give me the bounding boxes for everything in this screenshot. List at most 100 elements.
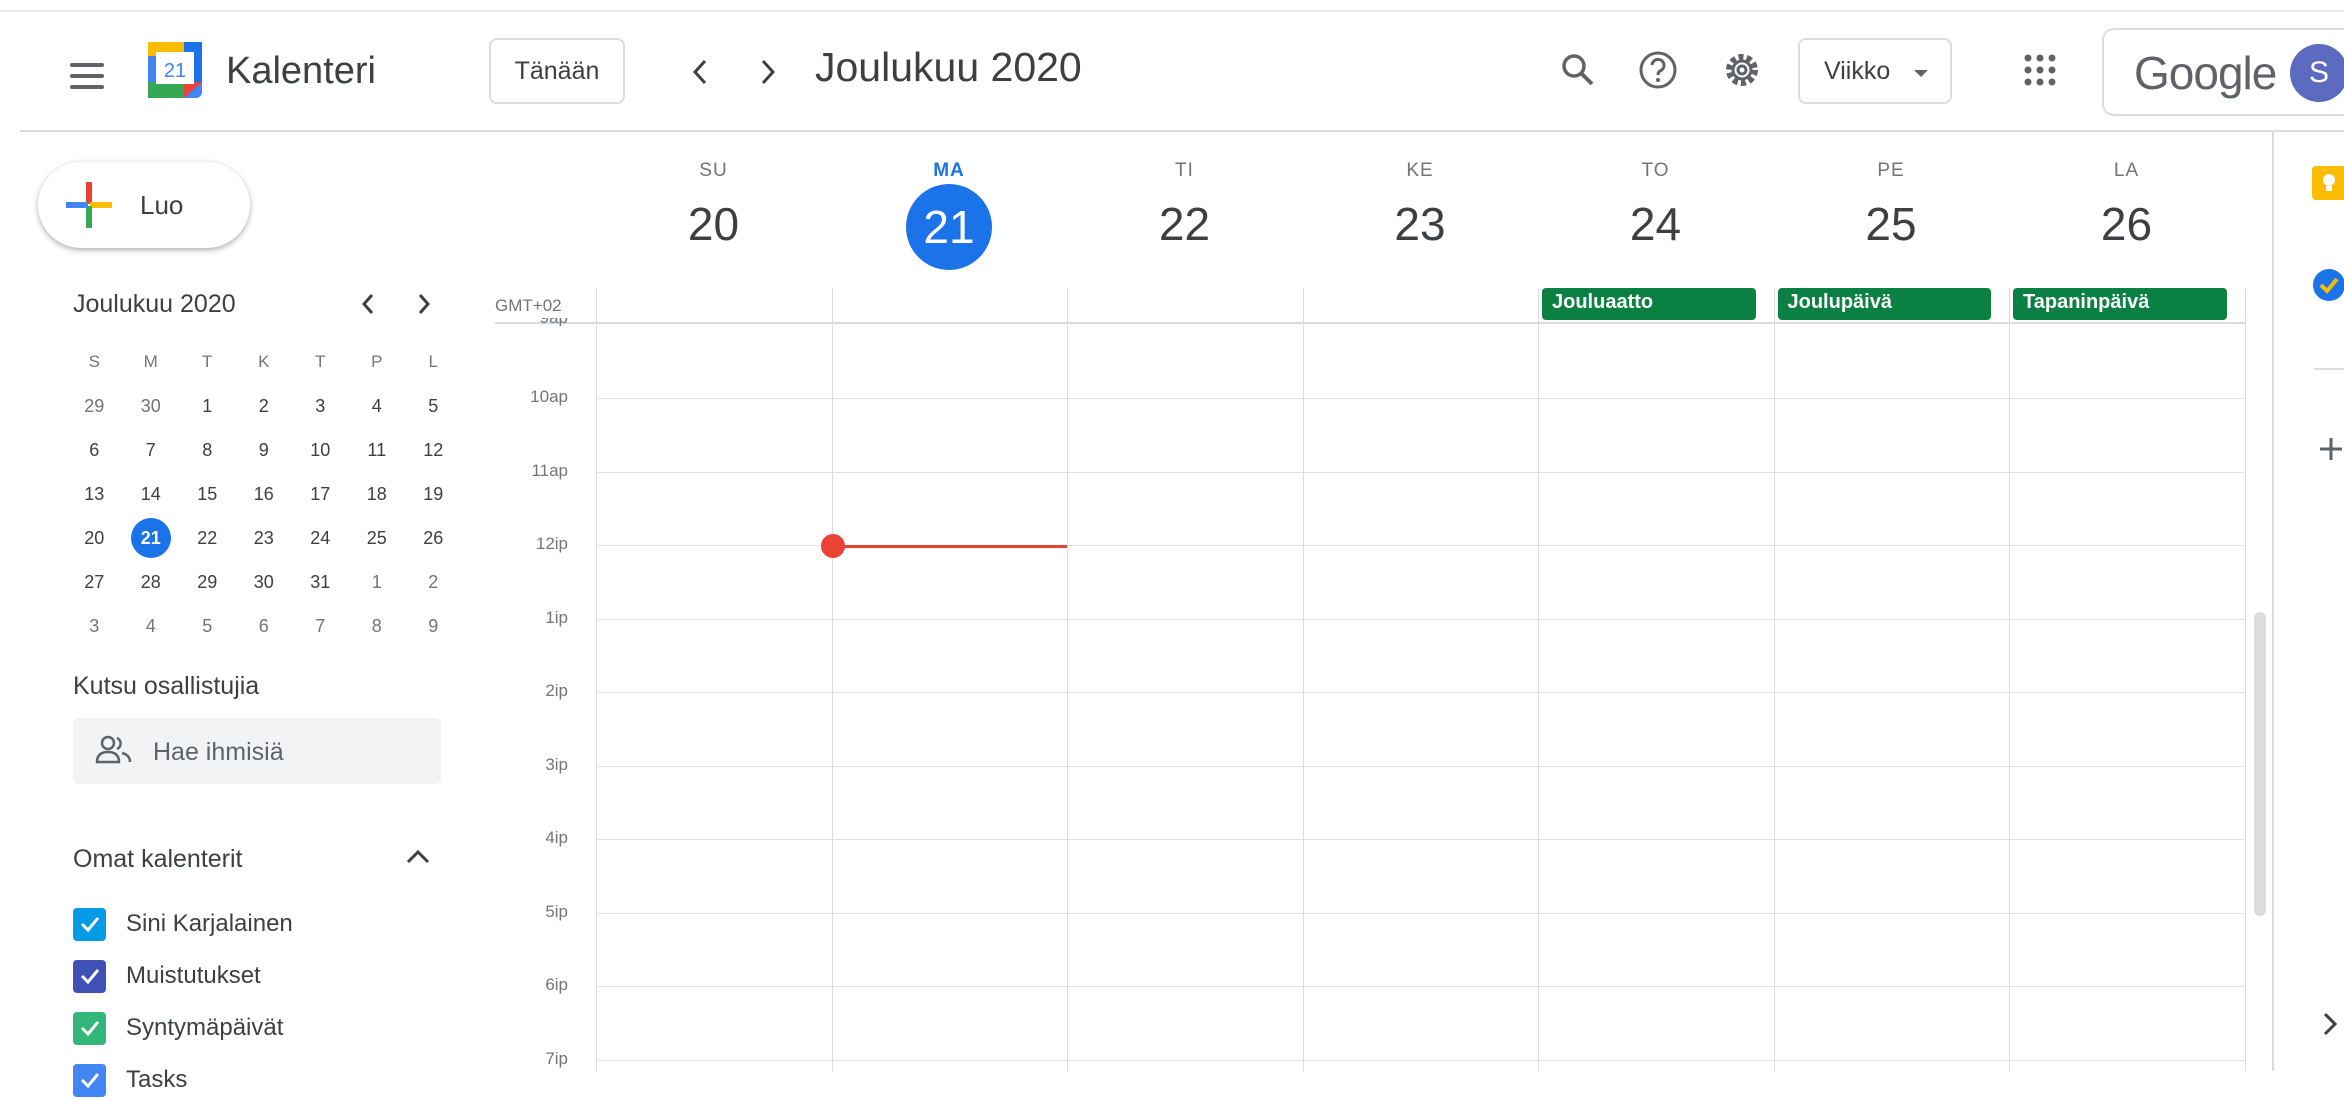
keep-icon[interactable]: [2312, 166, 2344, 200]
mini-day[interactable]: 30: [123, 396, 180, 417]
day-header[interactable]: MA 21: [832, 160, 1067, 276]
mini-day[interactable]: 20: [66, 528, 123, 549]
mini-day[interactable]: 13: [66, 484, 123, 505]
mini-day-number: 6: [258, 615, 269, 636]
mini-day[interactable]: 7: [123, 440, 180, 461]
mini-day[interactable]: 1: [349, 572, 406, 593]
create-button[interactable]: Luo: [38, 162, 250, 248]
mini-day[interactable]: 9: [236, 440, 293, 461]
mini-day[interactable]: 4: [123, 616, 180, 637]
day-date-number: 20: [687, 198, 740, 250]
add-addon-icon[interactable]: [2318, 436, 2344, 462]
avatar[interactable]: S: [2290, 44, 2344, 102]
calendar-name: Tasks: [126, 1066, 188, 1093]
all-day-event[interactable]: Tapaninpäivä: [2013, 288, 2227, 320]
mini-day[interactable]: 9: [405, 616, 462, 637]
calendar-logo-icon[interactable]: 21: [146, 40, 204, 100]
mini-day[interactable]: 28: [123, 572, 180, 593]
day-header[interactable]: KE 23: [1303, 160, 1538, 276]
mini-weekday-label: L: [428, 352, 438, 371]
next-week-button[interactable]: [748, 52, 788, 92]
mini-day[interactable]: 6: [66, 440, 123, 461]
help-button[interactable]: [1630, 42, 1686, 98]
calendar-item[interactable]: Sini Karjalainen: [73, 904, 293, 944]
calendar-item[interactable]: Tasks: [73, 1060, 187, 1100]
mini-day[interactable]: 2: [236, 396, 293, 417]
mini-day[interactable]: 29: [66, 396, 123, 417]
all-day-event[interactable]: Jouluaatto: [1542, 288, 1756, 320]
mini-day[interactable]: 11: [349, 440, 406, 461]
day-header[interactable]: SU 20: [596, 160, 831, 276]
mini-prev-month-button[interactable]: [350, 286, 386, 322]
calendar-item[interactable]: Syntymäpäivät: [73, 1008, 283, 1048]
mini-day[interactable]: 22: [179, 528, 236, 549]
chevron-up-icon[interactable]: [402, 842, 434, 872]
mini-day[interactable]: 3: [66, 616, 123, 637]
mini-day[interactable]: 26: [405, 528, 462, 549]
mini-day[interactable]: 12: [405, 440, 462, 461]
hour-label: 10ap: [530, 387, 568, 406]
day-header[interactable]: TI 22: [1067, 160, 1302, 276]
mini-day[interactable]: 8: [179, 440, 236, 461]
main-menu-icon[interactable]: [70, 56, 110, 96]
day-header[interactable]: TO 24: [1538, 160, 1773, 276]
mini-day[interactable]: 5: [179, 616, 236, 637]
mini-day[interactable]: 21: [123, 518, 180, 558]
search-people-input[interactable]: Hae ihmisiä: [73, 718, 441, 784]
apps-button[interactable]: [2012, 42, 2068, 98]
grid-scrollbar[interactable]: [2254, 612, 2266, 916]
mini-week-row: 27 28 29 30 31 1 2: [66, 560, 462, 604]
day-name: SU: [699, 160, 728, 181]
day-date: 20: [596, 196, 831, 276]
mini-day[interactable]: 30: [236, 572, 293, 593]
create-label: Luo: [140, 190, 184, 220]
calendar-checkbox[interactable]: [73, 959, 106, 993]
mini-day[interactable]: 31: [292, 572, 349, 593]
mini-week-row: 13 14 15 16 17 18 19: [66, 472, 462, 516]
mini-day[interactable]: 2: [405, 572, 462, 593]
mini-day[interactable]: 16: [236, 484, 293, 505]
mini-day[interactable]: 10: [292, 440, 349, 461]
mini-day[interactable]: 29: [179, 572, 236, 593]
today-button[interactable]: Tänään: [489, 38, 625, 104]
mini-next-month-button[interactable]: [406, 286, 442, 322]
day-header[interactable]: LA 26: [2009, 160, 2244, 276]
hour-gridline: [596, 912, 2244, 914]
mini-day[interactable]: 8: [349, 616, 406, 637]
search-button[interactable]: [1550, 42, 1606, 98]
mini-day[interactable]: 7: [292, 616, 349, 637]
mini-day[interactable]: 18: [349, 484, 406, 505]
mini-day[interactable]: 3: [292, 396, 349, 417]
mini-day[interactable]: 27: [66, 572, 123, 593]
account-area[interactable]: Google S: [2102, 28, 2344, 116]
mini-day-number: 18: [366, 483, 387, 504]
mini-day-number: 28: [140, 571, 161, 592]
mini-day-number: 2: [258, 395, 269, 416]
previous-week-button[interactable]: [680, 52, 720, 92]
calendar-item[interactable]: Muistutukset: [73, 956, 261, 996]
settings-button[interactable]: [1714, 42, 1770, 98]
mini-day[interactable]: 25: [349, 528, 406, 549]
my-calendars-title[interactable]: Omat kalenterit: [73, 845, 243, 874]
day-date: 24: [1538, 196, 1773, 276]
mini-day[interactable]: 24: [292, 528, 349, 549]
calendar-checkbox[interactable]: [73, 1011, 106, 1045]
day-date-number: 23: [1394, 198, 1446, 250]
mini-day[interactable]: 4: [349, 396, 406, 417]
chevron-right-icon[interactable]: [2320, 1010, 2340, 1038]
mini-day[interactable]: 14: [123, 484, 180, 505]
mini-day[interactable]: 5: [405, 396, 462, 417]
mini-day[interactable]: 1: [179, 396, 236, 417]
tasks-icon[interactable]: [2312, 268, 2344, 302]
calendar-checkbox[interactable]: [73, 907, 106, 941]
day-header[interactable]: PE 25: [1774, 160, 2009, 276]
all-day-event[interactable]: Joulupäivä: [1777, 288, 1991, 320]
mini-day[interactable]: 6: [236, 616, 293, 637]
calendar-checkbox[interactable]: [73, 1063, 106, 1097]
mini-day[interactable]: 17: [292, 484, 349, 505]
chevron-left-icon: [361, 294, 374, 314]
mini-day[interactable]: 15: [179, 484, 236, 505]
view-selector[interactable]: Viikko: [1798, 38, 1952, 104]
mini-day[interactable]: 19: [405, 484, 462, 505]
mini-day[interactable]: 23: [236, 528, 293, 549]
